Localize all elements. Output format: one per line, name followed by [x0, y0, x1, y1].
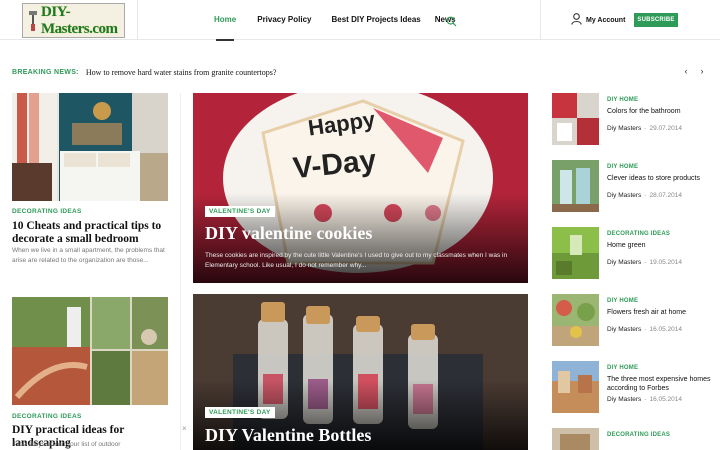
- post-meta: Diy Masters -19.05.2014: [607, 259, 683, 266]
- post-title[interactable]: The three most expensive homes according…: [607, 375, 712, 393]
- post-thumbnail[interactable]: [552, 227, 599, 279]
- post-date: 16.05.2014: [649, 396, 683, 403]
- user-icon: [571, 13, 582, 27]
- post-author[interactable]: Diy Masters: [607, 396, 641, 403]
- post-thumbnail[interactable]: [552, 361, 599, 413]
- post-meta: Diy Masters -16.05.2014: [607, 396, 683, 403]
- post-title[interactable]: 10 Cheats and practical tips to decorate…: [12, 220, 172, 245]
- post-category[interactable]: DIY HOME: [607, 164, 638, 170]
- post-category[interactable]: DIY HOME: [607, 298, 638, 304]
- close-icon[interactable]: ×: [182, 424, 187, 433]
- post-thumbnail-bedroom[interactable]: [12, 93, 168, 201]
- post-title[interactable]: Clever ideas to store products: [607, 174, 712, 183]
- breaking-news-bar: BREAKING NEWS: How to remove hard water …: [12, 66, 276, 78]
- main-nav: Home Privacy Policy Best DIY Projects Id…: [214, 0, 472, 41]
- header-divider: [137, 0, 138, 40]
- feature-category-badge[interactable]: VALENTINE'S DAY: [205, 407, 275, 418]
- nav-best-diy-projects[interactable]: Best DIY Projects Ideas: [332, 0, 421, 40]
- sidebar-post[interactable]: DIY HOME Colors for the bathroom Diy Mas…: [552, 93, 712, 145]
- post-category[interactable]: DECORATING IDEAS: [12, 413, 82, 420]
- my-account-link[interactable]: My Account: [571, 13, 625, 27]
- post-thumbnail[interactable]: [552, 428, 599, 450]
- feature-title[interactable]: DIY Valentine Bottles: [205, 425, 371, 446]
- site-header: DIY-Masters.com Home Privacy Policy Best…: [0, 0, 720, 41]
- post-date: 19.05.2014: [649, 259, 683, 266]
- post-category[interactable]: DIY HOME: [607, 365, 638, 371]
- post-author[interactable]: Diy Masters: [607, 125, 641, 132]
- post-author[interactable]: Diy Masters: [607, 259, 641, 266]
- post-thumbnail[interactable]: [552, 160, 599, 212]
- post-date: 29.07.2014: [649, 125, 683, 132]
- post-meta: Diy Masters -29.07.2014: [607, 125, 683, 132]
- feature-title[interactable]: DIY valentine cookies: [205, 223, 372, 244]
- logo-text: DIY-Masters.com: [41, 3, 118, 37]
- nav-privacy-policy[interactable]: Privacy Policy: [257, 0, 311, 40]
- post-date: 28.07.2014: [649, 192, 683, 199]
- sidebar-post[interactable]: DIY HOME Flowers fresh air at home Diy M…: [552, 294, 712, 346]
- search-icon[interactable]: [446, 14, 457, 27]
- post-author[interactable]: Diy Masters: [607, 326, 641, 333]
- logo-tools-icon: [27, 10, 39, 32]
- nav-home[interactable]: Home: [214, 0, 236, 41]
- post-meta: Diy Masters -28.07.2014: [607, 192, 683, 199]
- breaking-news-label: BREAKING NEWS:: [12, 68, 79, 76]
- featured-post-bottles[interactable]: VALENTINE'S DAY DIY Valentine Bottles: [193, 294, 528, 450]
- post-thumbnail[interactable]: [552, 93, 599, 145]
- post-category[interactable]: DECORATING IDEAS: [607, 432, 670, 438]
- post-thumbnail[interactable]: [552, 294, 599, 346]
- sidebar-post[interactable]: DECORATING IDEAS Home green Diy Masters -…: [552, 227, 712, 279]
- post-thumbnail-landscaping[interactable]: [12, 297, 168, 405]
- breaking-news-headline[interactable]: How to remove hard water stains from gra…: [86, 68, 277, 77]
- feature-excerpt: These cookies are inspired by the cute l…: [205, 252, 508, 269]
- post-date: 16.05.2014: [649, 326, 683, 333]
- post-author[interactable]: Diy Masters: [607, 192, 641, 199]
- sidebar-post[interactable]: DIY HOME The three most expensive homes …: [552, 361, 712, 413]
- post-title[interactable]: Colors for the bathroom: [607, 107, 712, 116]
- post-title[interactable]: Flowers fresh air at home: [607, 308, 712, 317]
- post-meta: Diy Masters -16.05.2014: [607, 326, 683, 333]
- subscribe-button[interactable]: SUBSCRIBE: [634, 13, 678, 27]
- post-excerpt: When we live in a small apartment, the p…: [12, 247, 165, 264]
- site-logo[interactable]: DIY-Masters.com: [22, 3, 125, 38]
- feature-category-badge[interactable]: VALENTINE'S DAY: [205, 206, 275, 217]
- post-category[interactable]: DIY HOME: [607, 97, 638, 103]
- chevron-left-icon[interactable]: ‹: [681, 66, 691, 76]
- column-divider: [180, 93, 181, 450]
- chevron-right-icon[interactable]: ›: [697, 66, 707, 76]
- my-account-label: My Account: [586, 16, 626, 24]
- featured-post-cookies[interactable]: Happy V-Day VALENTINE'S DAY DIY valentin…: [193, 93, 528, 283]
- post-excerpt: If the alleys are on your list of outdoo…: [12, 441, 121, 448]
- post-title[interactable]: Home green: [607, 241, 712, 250]
- sidebar-post[interactable]: DECORATING IDEAS: [552, 428, 712, 450]
- header-divider: [540, 0, 541, 40]
- post-category[interactable]: DECORATING IDEAS: [607, 231, 670, 237]
- sidebar-post[interactable]: DIY HOME Clever ideas to store products …: [552, 160, 712, 212]
- post-category[interactable]: DECORATING IDEAS: [12, 208, 82, 215]
